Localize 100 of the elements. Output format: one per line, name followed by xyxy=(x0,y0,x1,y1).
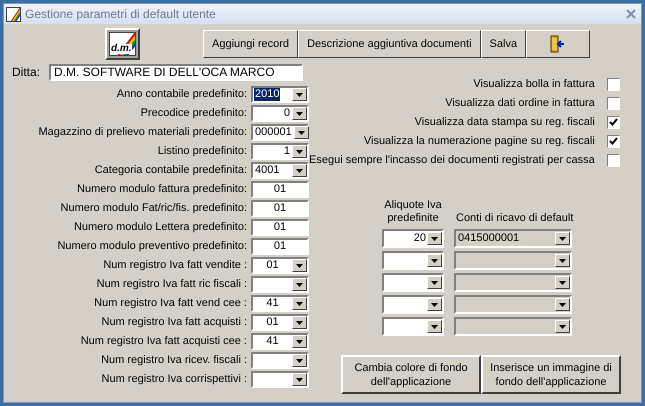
dropdown-button[interactable] xyxy=(555,232,570,245)
combo-box[interactable] xyxy=(251,352,309,369)
field-value: 2010 xyxy=(254,88,280,101)
toolbar-button[interactable]: Descrizione aggiuntiva documenti xyxy=(298,30,481,58)
dropdown-button[interactable] xyxy=(555,254,570,267)
input-field[interactable]: 01 xyxy=(251,219,309,236)
combo-box[interactable] xyxy=(382,273,444,292)
caret-icon xyxy=(296,168,303,172)
dropdown-button[interactable] xyxy=(427,276,442,289)
field-value: 0 xyxy=(282,107,291,120)
checkbox[interactable] xyxy=(606,135,620,148)
checkbox[interactable] xyxy=(606,116,620,129)
combo-box[interactable] xyxy=(251,276,309,293)
dropdown-button[interactable] xyxy=(555,298,570,311)
dropdown-button[interactable] xyxy=(292,164,307,177)
option-label: Visualizza bolla in fattura xyxy=(473,77,595,92)
dropdown-button[interactable] xyxy=(292,354,307,367)
dropdown-button[interactable] xyxy=(292,373,307,386)
dropdown-button[interactable] xyxy=(292,88,307,101)
field-value: 01 xyxy=(272,202,288,215)
logo-icon xyxy=(6,6,21,22)
field-label: Num registro Iva fatt acquisti cee : xyxy=(80,334,247,350)
combo-box[interactable]: 1 xyxy=(251,143,309,160)
caret-icon xyxy=(298,130,305,134)
caret-icon xyxy=(559,302,566,306)
check-icon xyxy=(608,118,618,127)
toolbar-button[interactable]: Salva xyxy=(480,30,526,58)
combo-box[interactable]: 000001 xyxy=(251,124,309,141)
dropdown-button[interactable] xyxy=(427,232,442,245)
checkbox[interactable] xyxy=(606,78,620,91)
combo-box[interactable]: 0 xyxy=(251,105,309,122)
column-header: Conti di ricavo di default xyxy=(455,212,574,225)
dropdown-button[interactable] xyxy=(292,278,307,291)
field-value: 01 xyxy=(272,221,288,234)
logo-button[interactable]: d.m. xyxy=(105,28,140,60)
dropdown-button[interactable] xyxy=(292,107,307,120)
dropdown-button[interactable] xyxy=(427,298,442,311)
combo-box[interactable] xyxy=(382,317,444,336)
combo-box[interactable]: 01 xyxy=(251,257,309,274)
dropdown-button[interactable] xyxy=(292,259,307,272)
combo-box[interactable] xyxy=(382,251,444,270)
field-label: Anno contabile predefinito: xyxy=(116,87,247,102)
action-button[interactable]: Inserisce un immagine di fondo dell'applicazione xyxy=(481,355,621,394)
combo-box[interactable]: 01 xyxy=(251,314,309,331)
field-label: Num registro Iva ricev. fiscali : xyxy=(101,353,247,368)
dropdown-button[interactable] xyxy=(292,316,307,329)
field-label: Magazzino di prelievo materiali predefinito: xyxy=(38,125,247,140)
input-field[interactable]: 01 xyxy=(251,238,309,255)
option-label: Visualizza dati ordine in fattura xyxy=(445,96,595,112)
dropdown-button[interactable] xyxy=(427,254,442,267)
caret-icon xyxy=(559,236,566,240)
field-value: 000001 xyxy=(254,126,293,139)
combo-box[interactable]: 2010 xyxy=(251,86,309,103)
check-icon xyxy=(608,137,618,146)
dropdown-button[interactable] xyxy=(427,320,442,333)
combo-box[interactable]: 20 xyxy=(382,229,444,248)
field-label: Numero modulo preventivo predefinito: xyxy=(57,239,247,254)
field-label: Num registro Iva fatt ric fiscali : xyxy=(96,277,247,292)
checkbox[interactable] xyxy=(606,154,620,167)
caret-icon xyxy=(296,302,303,306)
toolbar-button[interactable]: Aggiungi record xyxy=(203,30,298,58)
dropdown-button[interactable] xyxy=(294,126,309,139)
ditta-field[interactable]: D.M. SOFTWARE DI DELL'OCA MARCO xyxy=(49,64,304,80)
field-label: Num registro Iva fatt vend cee : xyxy=(94,296,247,312)
field-label: Precodice predefinito: xyxy=(140,106,247,122)
field-label: Categoria contabile predefinita: xyxy=(94,163,247,178)
field-value: 41 xyxy=(265,297,280,310)
window-title: Gestione parametri di default utente xyxy=(25,6,217,23)
caret-icon xyxy=(559,258,566,262)
caret-icon xyxy=(296,320,303,324)
ditta-label: Ditta: xyxy=(12,64,40,81)
combo-box[interactable]: 0415000001 xyxy=(454,229,572,248)
field-value: 01 xyxy=(272,183,288,196)
combo-box[interactable]: 4001 xyxy=(251,162,309,179)
field-label: Num registro Iva fatt acquisti : xyxy=(102,315,247,330)
combo-box[interactable] xyxy=(251,371,309,388)
dropdown-button[interactable] xyxy=(555,320,570,333)
caret-icon xyxy=(296,358,303,362)
input-field[interactable]: 01 xyxy=(251,181,309,198)
field-label: Num registro Iva corrispettivi : xyxy=(102,372,247,388)
field-label: Numero modulo fattura predefinito: xyxy=(77,182,247,198)
combo-box[interactable]: 41 xyxy=(251,295,309,312)
dropdown-button[interactable] xyxy=(292,145,307,158)
close-icon xyxy=(626,9,636,19)
field-label: Num registro Iva fatt vendite : xyxy=(103,258,247,274)
dropdown-button[interactable] xyxy=(292,335,307,348)
caret-icon xyxy=(559,324,566,328)
field-value: 20 xyxy=(414,231,426,246)
field-value: 01 xyxy=(265,316,280,329)
dropdown-button[interactable] xyxy=(292,297,307,310)
combo-box[interactable] xyxy=(382,295,444,314)
caret-icon xyxy=(296,150,303,154)
checkbox[interactable] xyxy=(606,97,620,110)
dropdown-button[interactable] xyxy=(555,276,570,289)
caret-icon xyxy=(431,258,438,262)
option-label: Visualizza data stampa su reg. fiscali xyxy=(414,115,595,130)
action-button[interactable]: Cambia colore di fondo dell'applicazione xyxy=(341,355,481,394)
exit-button[interactable] xyxy=(526,30,590,58)
input-field[interactable]: 01 xyxy=(251,200,309,217)
combo-box[interactable]: 41 xyxy=(251,333,309,350)
